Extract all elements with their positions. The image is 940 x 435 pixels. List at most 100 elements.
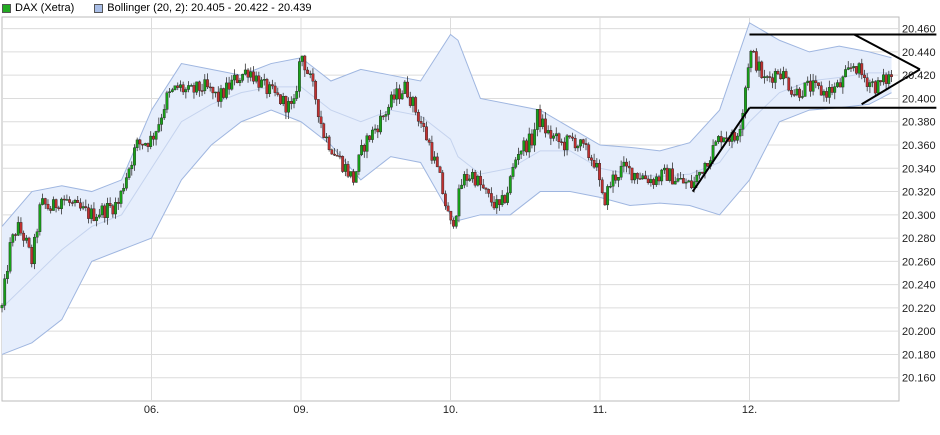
candle-body <box>684 181 688 184</box>
candle-body <box>179 84 182 88</box>
candle-body <box>573 138 577 149</box>
candle-body <box>68 199 71 203</box>
candle-body <box>106 203 109 218</box>
candle-body <box>235 74 239 83</box>
candle-body <box>246 69 250 78</box>
candle-body <box>257 75 261 88</box>
candle-body <box>157 124 161 132</box>
y-tick-label: 20.360 <box>902 140 936 152</box>
candle-body <box>503 195 507 203</box>
candle-body <box>295 91 299 99</box>
candle-body <box>738 129 742 137</box>
candle-body <box>803 82 807 97</box>
candle-body <box>238 80 242 83</box>
candle-body <box>152 135 155 140</box>
candle-body <box>714 141 718 146</box>
candle-body <box>173 85 177 90</box>
candle-body <box>863 74 866 78</box>
candle-body <box>349 171 353 177</box>
candle-body <box>422 123 426 127</box>
candle-body <box>381 115 385 118</box>
candle-body <box>241 73 245 81</box>
candle-body <box>322 123 326 138</box>
candle-body <box>357 154 361 172</box>
candle-body <box>22 232 26 241</box>
candle-body <box>511 167 515 177</box>
candle-body <box>35 231 39 238</box>
candle-body <box>130 164 134 170</box>
candle-body <box>546 130 550 134</box>
candle-body <box>603 192 607 206</box>
candle-body <box>717 136 720 142</box>
candle-body <box>65 199 69 201</box>
candle-body <box>560 141 564 144</box>
candle-body <box>16 222 20 236</box>
candle-body <box>444 193 447 207</box>
candle-body <box>249 71 253 78</box>
candle-body <box>552 135 555 139</box>
candle-body <box>92 208 96 221</box>
candle-body <box>368 135 372 140</box>
candle-body <box>316 99 320 118</box>
y-tick-label: 20.180 <box>902 349 936 361</box>
candle-body <box>170 89 174 92</box>
candle-body <box>411 97 415 106</box>
candle-body <box>114 202 117 215</box>
candle-body <box>544 118 547 134</box>
candle-body <box>668 168 672 181</box>
candle-body <box>608 186 612 188</box>
candle-body <box>562 141 566 151</box>
candle-body <box>752 51 756 53</box>
candle-body <box>468 178 472 181</box>
candle-body <box>781 71 785 80</box>
candle-body <box>711 145 715 161</box>
candle-body <box>827 87 831 98</box>
candle-body <box>160 117 163 125</box>
candle-body <box>222 88 226 98</box>
candle-body <box>116 202 120 204</box>
candle-body <box>749 51 753 68</box>
candle-body <box>611 174 615 187</box>
candle-body <box>819 85 823 96</box>
candle-body <box>373 128 377 131</box>
candle-body <box>73 200 77 204</box>
candle-body <box>884 74 888 84</box>
candle-body <box>392 94 396 100</box>
candle-body <box>873 81 877 94</box>
candle-body <box>849 67 853 69</box>
candle-body <box>792 94 796 96</box>
candle-body <box>352 171 355 183</box>
candle-body <box>565 135 569 151</box>
candle-body <box>822 91 826 96</box>
candle-body <box>836 82 839 87</box>
candle-body <box>627 165 631 169</box>
candle-body <box>233 74 236 81</box>
candle-body <box>273 85 277 93</box>
candle-body <box>54 199 58 208</box>
candle-body <box>252 71 255 82</box>
candle-body <box>87 207 90 219</box>
candle-body <box>568 135 572 138</box>
candle-body <box>506 192 509 203</box>
candle-body <box>833 86 837 93</box>
candle-body <box>646 178 650 184</box>
candle-body <box>779 73 783 80</box>
candle-body <box>300 55 304 62</box>
candle-body <box>527 133 531 153</box>
candle-body <box>579 139 582 147</box>
candle-body <box>119 190 123 204</box>
candle-body <box>433 156 436 161</box>
candle-body <box>124 177 128 189</box>
candle-body <box>854 66 858 74</box>
candle-body <box>660 169 664 182</box>
candle-body <box>841 76 845 88</box>
bollinger-band-area <box>2 22 892 355</box>
candle-body <box>327 136 331 150</box>
candle-body <box>665 167 669 181</box>
candle-body <box>203 79 207 92</box>
candle-body <box>19 222 23 234</box>
candle-body <box>387 106 391 115</box>
candle-body <box>825 91 829 98</box>
candle-body <box>673 181 677 185</box>
candle-body <box>592 160 596 168</box>
